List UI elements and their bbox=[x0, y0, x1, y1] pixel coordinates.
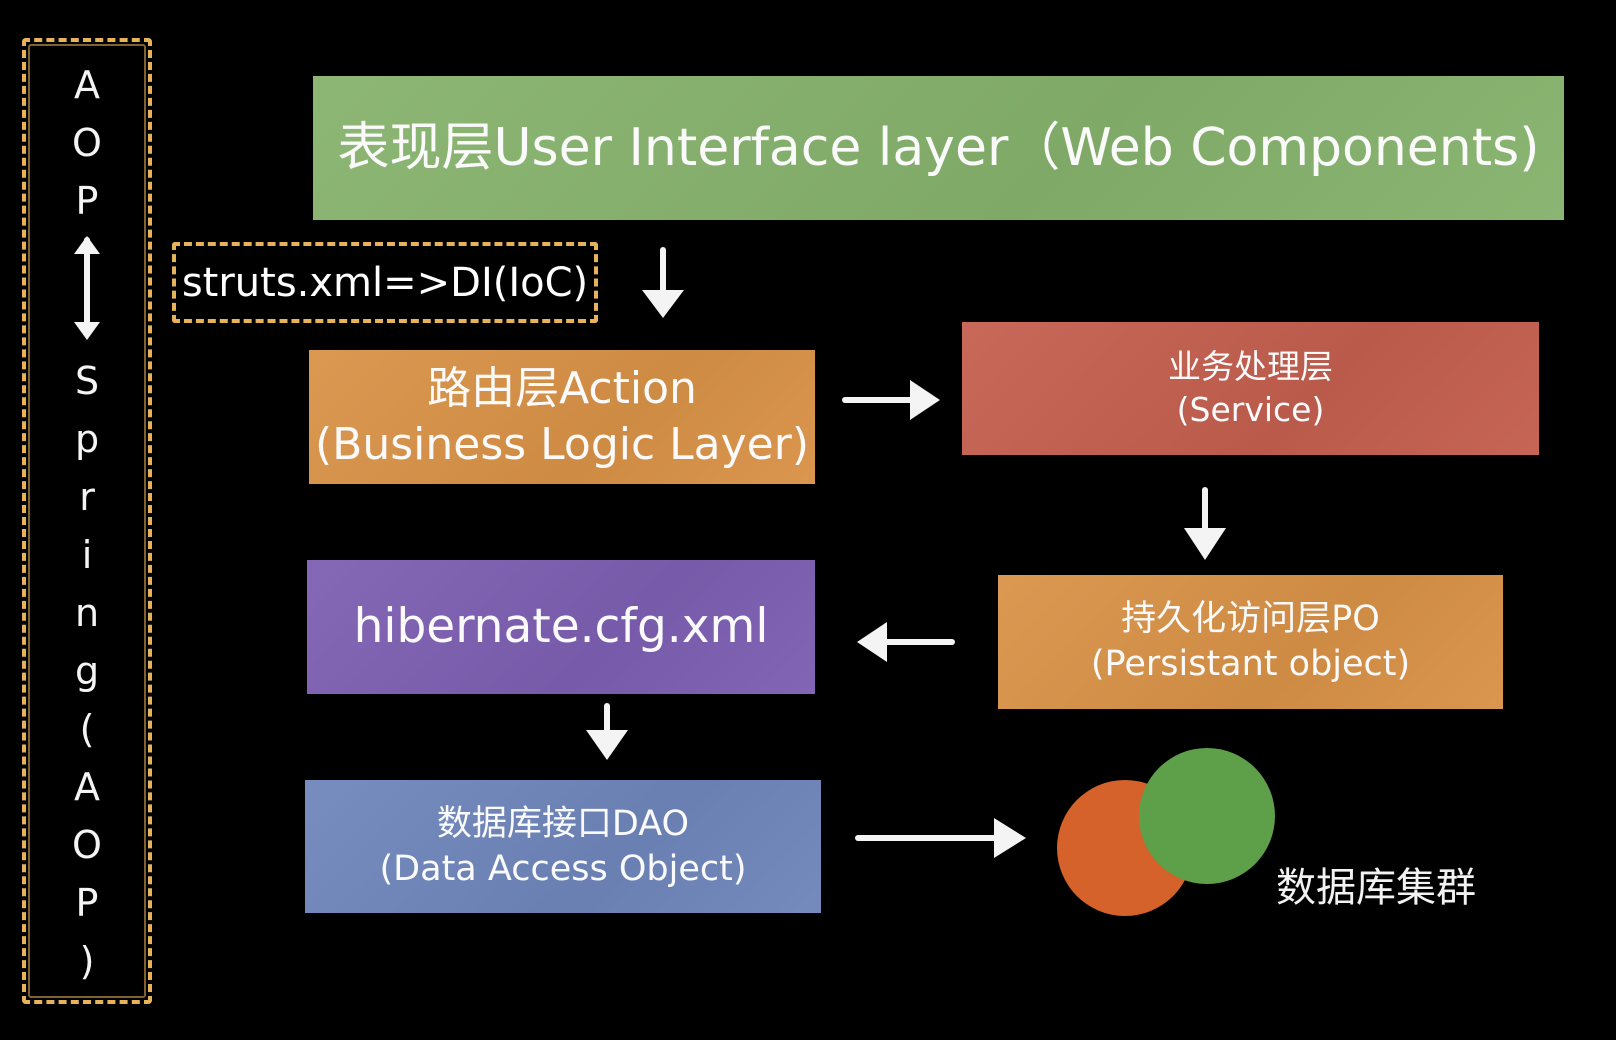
arrow-hibernate-to-dao-icon bbox=[586, 703, 628, 760]
arrow-ui-to-action-icon bbox=[642, 247, 684, 318]
arrow-action-to-service-icon bbox=[842, 380, 940, 420]
arrow-service-to-po-icon bbox=[1184, 487, 1226, 560]
arrow-po-to-hibernate-icon bbox=[857, 622, 955, 662]
database-cluster-icon bbox=[1057, 748, 1275, 916]
database-cluster-label: 数据库集群 bbox=[1276, 865, 1476, 911]
arrow-dao-to-database-icon bbox=[855, 818, 1026, 858]
